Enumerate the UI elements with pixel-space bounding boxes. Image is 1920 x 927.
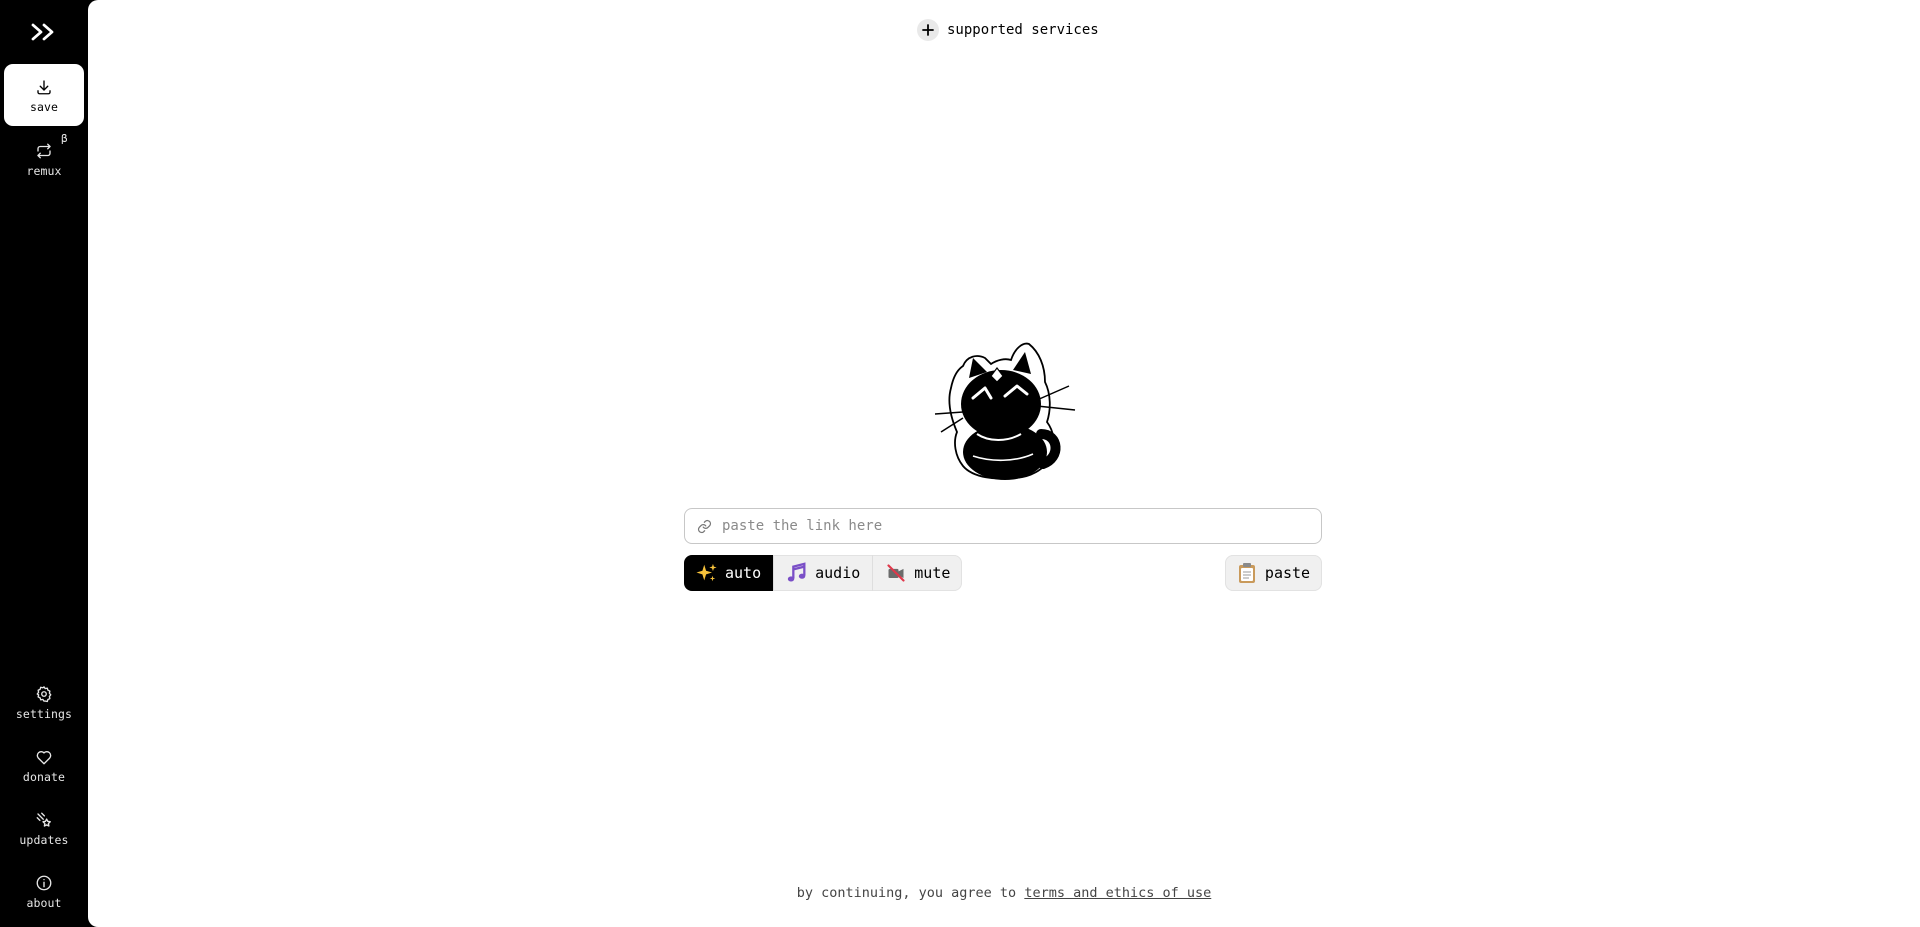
sidebar-item-label: settings [15,706,73,721]
mode-audio-label: audio [815,564,861,582]
sidebar-item-settings[interactable]: settings [4,671,84,733]
sidebar-item-updates[interactable]: updates [4,797,84,859]
mode-auto-label: auto [725,564,762,582]
link-input[interactable] [722,511,1312,541]
terms-link[interactable]: terms and ethics of use [1024,885,1211,901]
supported-services-button[interactable]: supported services [917,19,1099,41]
sidebar-item-label: save [29,99,59,114]
download-mode-switcher: auto audio mute [684,555,963,591]
muted-camera-icon [885,562,907,584]
logo[interactable] [0,14,88,50]
mode-auto-button[interactable]: auto [684,555,774,591]
sidebar-item-remux[interactable]: remux β [4,128,84,190]
sparkles-icon [696,562,718,584]
download-icon [34,77,54,97]
app-window: save remux β settings donate updates abo… [0,0,1920,927]
info-icon [34,873,54,893]
link-input-box [684,508,1322,544]
sidebar-item-save[interactable]: save [4,64,84,126]
sidebar-item-about[interactable]: about [4,860,84,922]
plus-icon [917,19,939,41]
sidebar: save remux β settings donate updates abo… [0,0,88,927]
comet-icon [34,810,54,830]
clipboard-icon [1237,562,1257,584]
gear-icon [34,684,54,704]
link-icon [696,518,712,534]
paste-button[interactable]: paste [1225,555,1322,591]
supported-services-label: supported services [947,22,1099,38]
sidebar-item-label: remux [26,163,62,178]
mode-mute-label: mute [914,564,951,582]
main-panel: supported services paste the link here a… [88,0,1920,927]
footer-text: by continuing, you agree to [796,885,1017,901]
sidebar-item-label: updates [19,832,69,847]
beta-badge: β [61,132,68,145]
chevrons-logo-icon [31,23,54,41]
sidebar-item-label: about [26,895,62,910]
sidebar-item-donate[interactable]: donate [4,734,84,796]
mode-audio-button[interactable]: audio [773,555,872,591]
heart-icon [34,747,54,767]
terms-footer: by continuing, you agree to terms and et… [88,885,1920,901]
mode-mute-button[interactable]: mute [872,555,962,591]
sidebar-item-label: donate [22,769,66,784]
music-notes-icon [786,562,808,584]
paste-label: paste [1264,564,1311,582]
cat-mascot-icon [934,342,1076,480]
repeat-icon [34,141,54,161]
